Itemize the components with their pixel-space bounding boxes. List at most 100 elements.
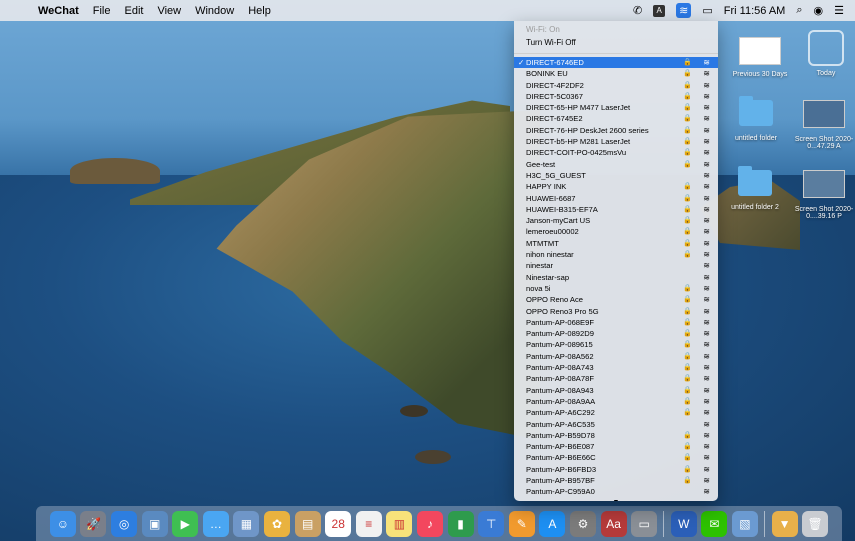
menu-clock[interactable]: Fri 11:56 AM — [724, 5, 786, 17]
wifi-signal-icon: ≋ — [703, 170, 710, 180]
photo-booth-icon[interactable]: ▦ — [233, 510, 260, 537]
wifi-network-item[interactable]: Pantum-AP-B6E087 🔒 ≋ — [514, 441, 718, 452]
wifi-signal-icon: ≋ — [703, 464, 710, 474]
contacts-icon[interactable]: ▤ — [294, 510, 321, 537]
system-preferences-icon[interactable]: ⚙ — [569, 510, 596, 537]
wifi-network-item[interactable]: Pantum-AP-A6C292 🔒 ≋ — [514, 407, 718, 418]
wifi-network-item[interactable]: Pantum-AP-B957BF 🔒 ≋ — [514, 475, 718, 486]
photos-icon[interactable]: ✿ — [264, 510, 291, 537]
app-store-icon[interactable]: A — [539, 510, 566, 537]
wifi-network-name: Pantum-AP-B6E66C — [526, 453, 596, 463]
wechat-icon[interactable]: ✉ — [701, 510, 728, 537]
keynote-icon[interactable]: ⊤ — [478, 510, 505, 537]
wifi-network-item[interactable]: nova 5i 🔒 ≋ — [514, 283, 718, 294]
wifi-network-item[interactable]: Pantum-AP-068E9F 🔒 ≋ — [514, 317, 718, 328]
wifi-network-item[interactable]: H3C_5G_GUEST ≋ — [514, 170, 718, 181]
desktop-item-untitled-folder[interactable]: untitled folder — [725, 96, 787, 142]
desktop-item-previous-30-days[interactable]: Previous 30 Days — [730, 37, 790, 78]
menu-view[interactable]: View — [157, 5, 181, 17]
wifi-network-item[interactable]: HAPPY INK 🔒 ≋ — [514, 181, 718, 192]
desktop-item-untitled-folder-2[interactable]: untitled folder 2 — [722, 166, 788, 211]
wifi-network-item[interactable]: DIRECT-76-HP DeskJet 2600 series 🔒 ≋ — [514, 125, 718, 136]
safari-icon[interactable]: ◎ — [111, 510, 138, 537]
desktop-item-screenshot-1[interactable]: Screen Shot 2020-0...47.29 A — [793, 100, 855, 150]
preview-icon[interactable]: ▣ — [141, 510, 168, 537]
printer-icon[interactable]: ▭ — [631, 510, 658, 537]
turn-wifi-off-item[interactable]: Turn Wi-Fi Off — [514, 36, 718, 49]
input-source-icon[interactable]: A — [653, 4, 666, 17]
wifi-network-item[interactable]: DIRECT-65-HP M477 LaserJet 🔒 ≋ — [514, 102, 718, 113]
wifi-network-item[interactable]: Pantum-AP-C959A0 ≋ — [514, 486, 718, 497]
numbers-icon[interactable]: ▮ — [447, 510, 474, 537]
wifi-network-name: DIRECT-4F2DF2 — [526, 80, 584, 90]
wifi-network-item[interactable]: MTMTMT 🔒 ≋ — [514, 238, 718, 249]
menu-edit[interactable]: Edit — [124, 5, 143, 17]
wifi-network-item[interactable]: HUAWEI-6687 🔒 ≋ — [514, 193, 718, 204]
menu-window[interactable]: Window — [195, 5, 234, 17]
word-icon[interactable]: W — [670, 510, 697, 537]
wifi-network-item[interactable]: Pantum-AP-B6FBD3 🔒 ≋ — [514, 464, 718, 475]
wifi-network-item[interactable]: OPPO Reno Ace 🔒 ≋ — [514, 294, 718, 305]
wifi-network-item[interactable]: Pantum-AP-089615 🔒 ≋ — [514, 339, 718, 350]
desktop-item-today[interactable]: Today — [800, 30, 852, 77]
wifi-network-item[interactable]: DIRECT-COIT-PO-0425msVu 🔒 ≋ — [514, 147, 718, 158]
wifi-network-item[interactable]: Pantum-AP-08A743 🔒 ≋ — [514, 362, 718, 373]
notification-center-icon[interactable]: ☰ — [834, 4, 844, 17]
lock-icon: 🔒 — [683, 104, 692, 112]
wifi-network-item[interactable]: ✓ DIRECT-6746ED 🔒 ≋ — [514, 57, 718, 69]
battery-icon[interactable]: ▭ — [702, 4, 712, 17]
launchpad-icon[interactable]: 🚀 — [80, 510, 107, 537]
app-menu[interactable]: WeChat — [38, 5, 79, 17]
messages-icon[interactable]: … — [202, 510, 229, 537]
reminders-icon[interactable]: ≡ — [355, 510, 382, 537]
wifi-network-name: Pantum-AP-08A9AA — [526, 396, 596, 406]
trash-icon[interactable]: 🗑 — [802, 510, 829, 537]
wifi-network-name: Pantum-AP-08A743 — [526, 363, 594, 373]
scroll-down-arrow-icon[interactable]: ▼ — [514, 498, 718, 501]
facetime-icon[interactable]: ▶ — [172, 510, 199, 537]
pages-icon[interactable]: ✎ — [508, 510, 535, 537]
wifi-network-item[interactable]: OPPO Reno3 Pro 5G 🔒 ≋ — [514, 306, 718, 317]
calendar-icon[interactable]: 28 — [325, 510, 352, 537]
wifi-network-name: DIRECT-6745E2 — [526, 114, 583, 124]
screenshot-icon[interactable]: ▧ — [731, 510, 758, 537]
wifi-network-item[interactable]: Pantum-AP-B6E66C 🔒 ≋ — [514, 452, 718, 463]
finder-icon[interactable]: ☺ — [49, 510, 76, 537]
notes-icon[interactable]: ▥ — [386, 510, 413, 537]
wechat-status-icon[interactable]: ✆ — [633, 4, 642, 17]
downloads-icon[interactable]: ▼ — [771, 510, 798, 537]
wifi-network-item[interactable]: Pantum-AP-A6C535 ≋ — [514, 419, 718, 430]
wifi-network-item[interactable]: DIRECT-5C0367 🔒 ≋ — [514, 91, 718, 102]
menu-file[interactable]: File — [93, 5, 111, 17]
wifi-network-name: Gee-test — [526, 159, 556, 169]
wifi-network-item[interactable]: DIRECT-4F2DF2 🔒 ≋ — [514, 80, 718, 91]
wifi-network-item[interactable]: Gee-test 🔒 ≋ — [514, 159, 718, 170]
wifi-signal-icon: ≋ — [703, 148, 710, 158]
wifi-network-item[interactable]: DIRECT-b5-HP M281 LaserJet 🔒 ≋ — [514, 136, 718, 147]
lock-icon: 🔒 — [683, 454, 692, 462]
wifi-network-name: Pantum-AP-A6C292 — [526, 408, 595, 418]
wifi-network-item[interactable]: lemeroeu00002 🔒 ≋ — [514, 226, 718, 237]
wifi-network-item[interactable]: Janson-myCart US 🔒 ≋ — [514, 215, 718, 226]
wifi-network-item[interactable]: Pantum-AP-0892D9 🔒 ≋ — [514, 328, 718, 339]
wifi-network-item[interactable]: BONINK EU 🔒 ≋ — [514, 68, 718, 79]
wifi-network-item[interactable]: Pantum-AP-08A943 🔒 ≋ — [514, 385, 718, 396]
music-icon[interactable]: ♪ — [417, 510, 443, 537]
dock: ☺ 🚀 ◎ ▣ ▶… ▦ ✿ ▤ 28 ≡ ▥ ♪ ▮ ⊤ ✎ A ⚙ Aa ▭ W ✉ ▧ ▼ 🗑 — [36, 506, 842, 541]
wifi-network-item[interactable]: DIRECT-6745E2 🔒 ≋ — [514, 113, 718, 124]
wifi-status-icon[interactable]: ≋ — [676, 3, 692, 18]
wifi-network-item[interactable]: Pantum-AP-08A562 🔒 ≋ — [514, 351, 718, 362]
wifi-network-item[interactable]: HUAWEI-B315-EF7A 🔒 ≋ — [514, 204, 718, 215]
menu-help[interactable]: Help — [248, 5, 271, 17]
wifi-network-item[interactable]: Pantum-AP-B59D78 🔒 ≋ — [514, 430, 718, 441]
siri-icon[interactable]: ◉ — [814, 4, 824, 17]
wifi-network-item[interactable]: nihon ninestar 🔒 ≋ — [514, 249, 718, 260]
wifi-signal-icon: ≋ — [703, 283, 710, 293]
spotlight-icon[interactable]: ⌕ — [796, 4, 802, 17]
wifi-network-item[interactable]: Ninestar-sap ≋ — [514, 272, 718, 283]
dictionary-icon[interactable]: Aa — [600, 510, 627, 537]
wifi-network-item[interactable]: ninestar ≋ — [514, 260, 718, 271]
desktop-item-screenshot-2[interactable]: Screen Shot 2020-0....39.16 P — [793, 170, 855, 220]
wifi-network-item[interactable]: Pantum-AP-08A9AA 🔒 ≋ — [514, 396, 718, 407]
wifi-network-item[interactable]: Pantum-AP-08A78F 🔒 ≋ — [514, 373, 718, 384]
